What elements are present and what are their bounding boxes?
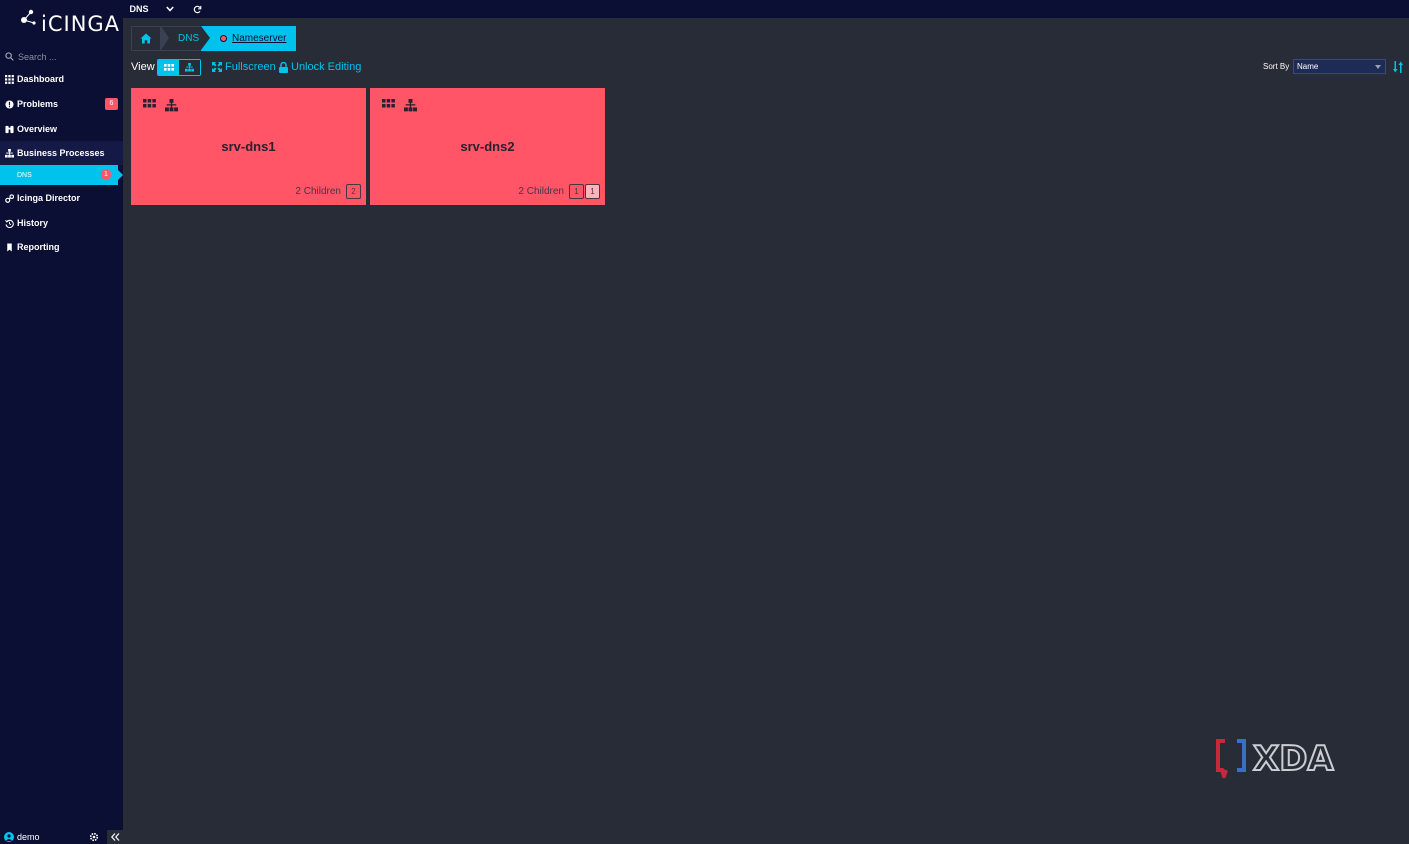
tab-dns[interactable]: DNS xyxy=(123,0,155,18)
tile-title: srv-dns2 xyxy=(460,139,515,154)
sort-by-label: Sort By xyxy=(1263,62,1290,71)
grid-icon[interactable] xyxy=(382,99,395,108)
home-icon xyxy=(140,33,152,44)
tile-srv-dns2[interactable]: srv-dns2 2 Children 1 1 xyxy=(370,88,605,205)
expand-icon xyxy=(212,62,222,72)
nav-reporting[interactable]: Reporting xyxy=(0,235,123,259)
tile-view-button[interactable] xyxy=(158,60,179,75)
view-mode-toggle xyxy=(157,59,201,76)
grid-icon xyxy=(163,64,174,71)
breadcrumb: DNS Nameserver xyxy=(131,26,297,51)
xda-watermark-logo: XDA xyxy=(1216,738,1335,778)
breadcrumb-nameserver[interactable]: Nameserver xyxy=(201,26,297,51)
chevron-down-icon xyxy=(166,6,174,12)
active-indicator xyxy=(118,170,123,180)
sort-direction-icon[interactable] xyxy=(1393,61,1403,73)
sort-by-value: Name xyxy=(1297,62,1319,71)
tab-dropdown-button[interactable] xyxy=(163,3,177,15)
breadcrumb-home[interactable] xyxy=(131,26,161,51)
dns-count-badge: 1 xyxy=(101,169,111,180)
sort-by-select[interactable]: Name xyxy=(1293,59,1386,74)
children-count-label: 2 Children xyxy=(518,186,564,197)
binoculars-icon xyxy=(5,125,14,133)
search-input[interactable] xyxy=(18,51,118,62)
lock-icon xyxy=(279,61,288,73)
double-chevron-left-icon xyxy=(110,833,119,841)
breadcrumb-nameserver-label: Nameserver xyxy=(232,33,287,44)
sidebar-footer: demo xyxy=(0,830,123,844)
state-badges: 1 1 xyxy=(569,184,600,199)
search-icon xyxy=(5,52,14,61)
sitemap-icon[interactable] xyxy=(403,99,418,112)
nav-history[interactable]: History xyxy=(0,211,123,235)
nav-sub-dns-label: DNS xyxy=(17,171,32,179)
problems-icon xyxy=(5,99,14,109)
nav-business-processes-label: Business Processes xyxy=(17,148,105,158)
breadcrumb-dns[interactable]: DNS xyxy=(161,26,201,51)
history-icon xyxy=(5,219,14,228)
tile-actions xyxy=(382,99,418,112)
user-avatar[interactable] xyxy=(4,832,14,842)
refresh-icon xyxy=(193,5,201,13)
logo-mark-icon xyxy=(21,9,36,25)
top-bar: DNS xyxy=(123,0,1409,18)
unlock-editing-label: Unlock Editing xyxy=(291,61,362,73)
nav-dashboard-label: Dashboard xyxy=(17,74,65,84)
user-name[interactable]: demo xyxy=(17,832,40,842)
unlock-editing-button[interactable]: Unlock Editing xyxy=(279,61,361,73)
tile-title: srv-dns1 xyxy=(221,139,276,154)
nav-sub-dns[interactable]: DNS 1 xyxy=(0,165,123,185)
refresh-button[interactable] xyxy=(191,3,203,15)
tree-view-button[interactable] xyxy=(179,60,200,75)
tile-footer: 2 Children 1 1 xyxy=(518,184,600,199)
gear-icon[interactable] xyxy=(89,832,99,842)
nav-business-processes[interactable]: Business Processes xyxy=(0,141,123,165)
tile-srv-dns1[interactable]: srv-dns1 2 Children 2 xyxy=(131,88,366,205)
sitemap-icon xyxy=(185,63,194,72)
nav-reporting-label: Reporting xyxy=(17,242,60,252)
director-icon xyxy=(5,193,14,203)
grid-icon[interactable] xyxy=(143,99,156,108)
view-label: View xyxy=(131,61,155,73)
nav-history-label: History xyxy=(17,218,49,228)
fullscreen-button[interactable]: Fullscreen xyxy=(212,61,276,73)
nav-director-label: Icinga Director xyxy=(17,193,81,203)
nav-overview[interactable]: Overview xyxy=(0,117,123,141)
nav-dashboard[interactable]: Dashboard xyxy=(0,67,123,91)
caret-down-icon xyxy=(1375,65,1381,69)
xda-watermark-text: XDA xyxy=(1253,739,1334,778)
tile-footer: 2 Children 2 xyxy=(295,184,361,199)
nav-problems[interactable]: Problems 6 xyxy=(0,92,123,116)
state-critical-icon xyxy=(220,35,227,42)
children-count-label: 2 Children xyxy=(295,186,341,197)
logo-text: iCINGA xyxy=(41,12,121,36)
sidebar: iCINGA Dashboard Problems 6 Overview Bus… xyxy=(0,0,123,844)
user-icon xyxy=(6,833,12,841)
nav-overview-label: Overview xyxy=(17,124,58,134)
state-badge[interactable]: 2 xyxy=(346,184,361,199)
problems-count-badge: 6 xyxy=(105,98,118,110)
sitemap-icon xyxy=(5,148,14,158)
state-badge[interactable]: 1 xyxy=(569,184,584,199)
fullscreen-label: Fullscreen xyxy=(225,61,276,73)
state-badges: 2 xyxy=(346,184,361,199)
tile-actions xyxy=(143,99,179,112)
nav-problems-label: Problems xyxy=(17,99,59,109)
collapse-sidebar-button[interactable] xyxy=(107,830,123,844)
search-bar[interactable] xyxy=(0,48,123,65)
nav-icinga-director[interactable]: Icinga Director xyxy=(0,186,123,210)
sitemap-icon[interactable] xyxy=(164,99,179,112)
dashboard-icon xyxy=(5,74,14,84)
state-badge[interactable]: 1 xyxy=(585,184,600,199)
bookmark-icon xyxy=(7,242,12,252)
